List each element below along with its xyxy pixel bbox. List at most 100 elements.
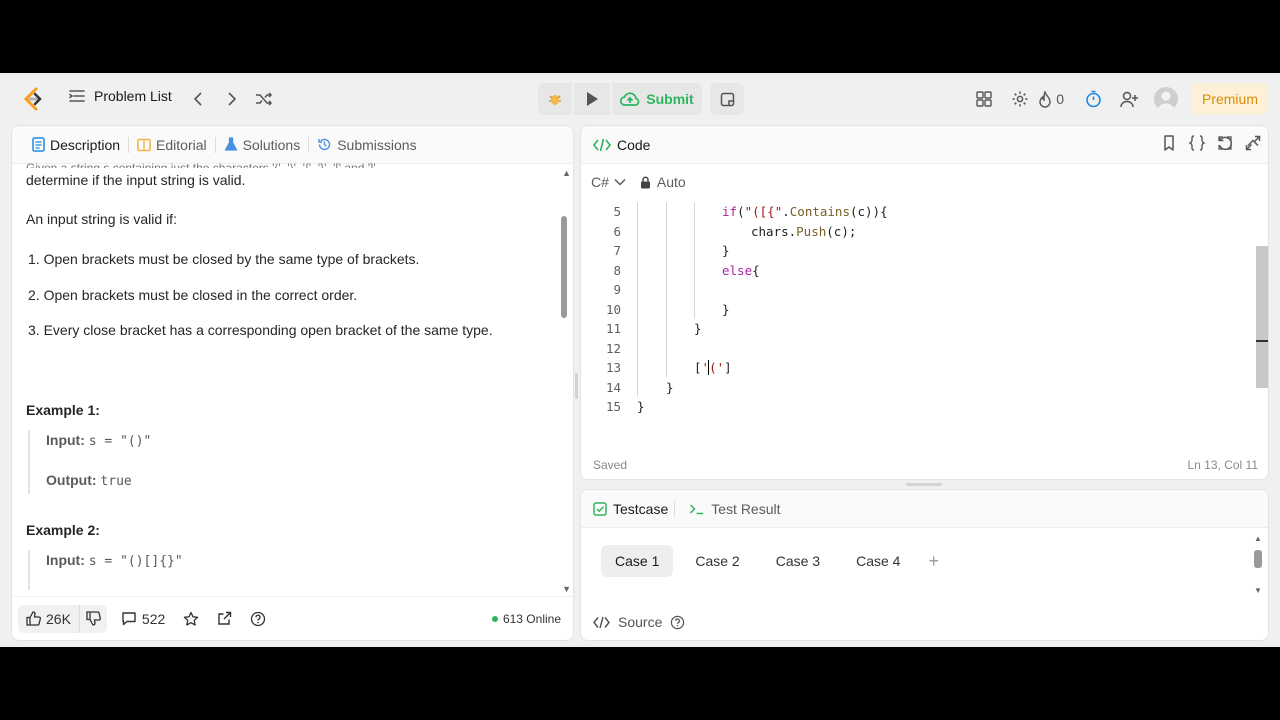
run-button[interactable] <box>574 83 610 115</box>
add-user-icon <box>1120 91 1139 107</box>
scroll-up-icon[interactable]: ▲ <box>1254 534 1262 543</box>
problem-list-link[interactable]: Problem List <box>68 87 172 105</box>
description-panel: Description Editorial Solutions Submissi… <box>11 125 574 641</box>
input-value: s = "()[]{}" <box>88 554 183 569</box>
add-case-icon[interactable]: + <box>928 551 939 572</box>
case-selector: Case 1 Case 2 Case 3 Case 4 + <box>601 545 939 577</box>
question-circle-icon <box>251 611 266 626</box>
line-number: 14 <box>605 379 621 395</box>
tab-editorial-label: Editorial <box>156 136 207 153</box>
scroll-thumb[interactable] <box>1254 550 1262 568</box>
horizontal-splitter[interactable] <box>906 483 942 486</box>
description-scrollbar[interactable] <box>561 176 567 590</box>
thumbs-up-icon <box>26 611 41 626</box>
settings-button[interactable] <box>1002 83 1038 115</box>
tab-divider <box>674 500 676 517</box>
braces-format-icon[interactable] <box>1188 134 1206 152</box>
scroll-thumb[interactable] <box>561 216 567 318</box>
code-icon <box>593 616 610 628</box>
expand-icon[interactable] <box>1244 134 1262 152</box>
question-circle-icon[interactable] <box>670 615 685 630</box>
tab-description[interactable]: Description <box>24 137 128 153</box>
indent-guide <box>666 202 667 377</box>
example-input: Input: s = "()[]{}" <box>46 550 183 572</box>
example-title: Example 1: <box>26 402 100 418</box>
streak-count: 0 <box>1056 91 1064 107</box>
language-selector[interactable]: C# <box>591 174 626 190</box>
line-number: 15 <box>605 399 621 414</box>
dislike-button[interactable] <box>78 604 107 633</box>
tab-solutions[interactable]: Solutions <box>216 137 309 153</box>
problem-list-label: Problem List <box>94 88 172 104</box>
share-button[interactable] <box>217 611 232 626</box>
add-friend-button[interactable] <box>1112 83 1148 115</box>
note-icon <box>720 92 734 106</box>
description-line: determine if the input string is valid. <box>26 172 246 188</box>
comment-count: 522 <box>141 610 166 627</box>
tab-test-result[interactable]: Test Result <box>689 501 781 517</box>
testcase-panel: Testcase Test Result Case 1 Case 2 Case … <box>580 489 1269 641</box>
case-tab-1[interactable]: Case 1 <box>601 545 674 577</box>
premium-button[interactable]: Premium <box>1191 83 1268 115</box>
bug-icon <box>549 95 561 105</box>
help-button[interactable] <box>250 611 266 627</box>
scroll-down-icon[interactable]: ▼ <box>562 584 571 594</box>
case-tab-3[interactable]: Case 3 <box>762 545 834 577</box>
prev-problem-button[interactable] <box>188 89 208 109</box>
favorite-button[interactable] <box>183 611 199 627</box>
example-title: Example 2: <box>26 522 100 538</box>
document-icon <box>32 137 45 152</box>
code-line: } <box>666 379 674 395</box>
play-icon <box>587 92 598 106</box>
comments-button[interactable]: 522 <box>121 611 165 627</box>
source-link[interactable]: Source <box>593 610 685 634</box>
editor-statusbar: Saved Ln 13, Col 11 <box>581 451 1268 479</box>
rule-item: 3. Every close bracket has a correspondi… <box>28 322 493 338</box>
tab-testcase[interactable]: Testcase <box>593 501 668 517</box>
history-icon <box>318 138 331 151</box>
case-tab-4[interactable]: Case 4 <box>842 545 914 577</box>
streak-counter[interactable]: 0 <box>1038 90 1064 108</box>
output-label: Output: <box>46 472 97 488</box>
like-button[interactable]: 26K <box>18 605 79 633</box>
code-line: } <box>694 321 702 336</box>
app-window: Problem List Submit 0 Premium Descriptio… <box>0 73 1280 647</box>
vertical-splitter[interactable] <box>575 373 578 399</box>
list-icon <box>69 90 85 102</box>
case-tab-2[interactable]: Case 2 <box>681 545 753 577</box>
editor-scrollbar[interactable] <box>1256 246 1268 388</box>
reset-icon[interactable] <box>1216 134 1234 152</box>
auto-mode-toggle[interactable]: Auto <box>640 174 686 190</box>
fire-icon <box>1039 90 1051 108</box>
input-label: Input: <box>46 432 85 448</box>
example-output: Output: true <box>46 470 132 492</box>
leetcode-logo-icon[interactable] <box>22 87 44 111</box>
indent-guide <box>637 202 638 397</box>
external-link-icon <box>218 611 232 625</box>
notes-button[interactable] <box>710 83 744 115</box>
scroll-up-icon[interactable]: ▲ <box>562 168 571 178</box>
rule-item: 2. Open brackets must be closed in the c… <box>28 287 358 303</box>
tab-editorial[interactable]: Editorial <box>129 137 215 153</box>
layout-button[interactable] <box>966 83 1002 115</box>
gear-icon <box>1012 91 1028 107</box>
bookmark-icon[interactable] <box>1160 134 1178 152</box>
testcase-scrollbar[interactable]: ▲ ▼ <box>1254 534 1262 598</box>
code-editor[interactable]: 5 if("([{".Contains(c)){ 6 chars.Push(c)… <box>581 202 1257 432</box>
example-input: Input: s = "()" <box>46 430 151 452</box>
nav-right-group: 0 Premium <box>966 83 1280 115</box>
avatar[interactable] <box>1153 87 1178 111</box>
timer-icon <box>1086 90 1102 108</box>
code-line: if("([{".Contains(c)){ <box>722 204 888 219</box>
scroll-down-icon[interactable]: ▼ <box>1254 586 1262 595</box>
random-problem-button[interactable] <box>254 89 274 109</box>
next-problem-button[interactable] <box>222 89 242 109</box>
timer-button[interactable] <box>1076 83 1112 115</box>
submit-button[interactable]: Submit <box>612 83 702 115</box>
tab-submissions[interactable]: Submissions <box>309 137 424 153</box>
code-line: } <box>722 243 730 258</box>
debug-button[interactable] <box>538 83 572 115</box>
flask-icon <box>224 137 237 151</box>
cursor-position-marker <box>1256 340 1268 342</box>
shuffle-icon <box>256 92 273 106</box>
